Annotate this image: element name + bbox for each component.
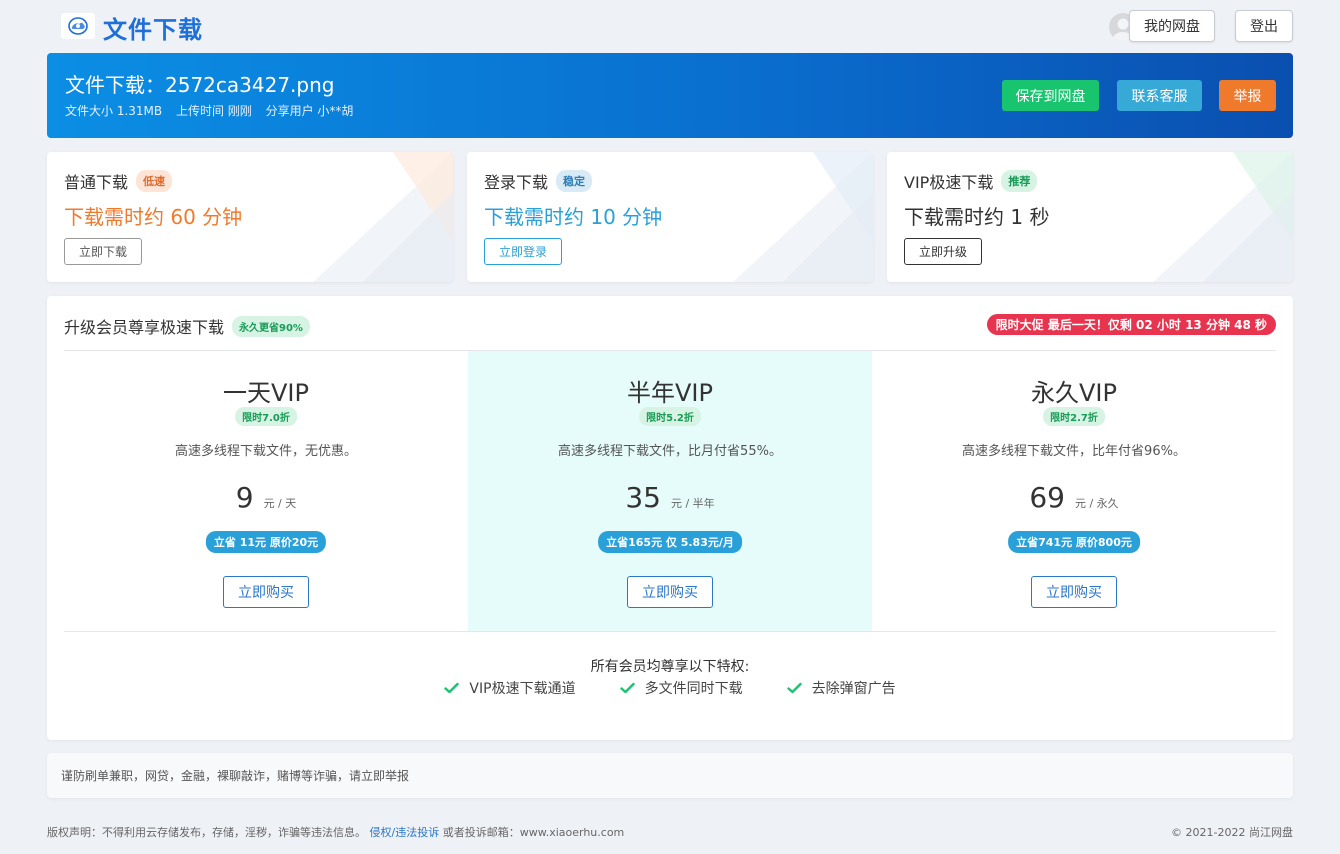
price-unit: 元 / 半年 — [670, 497, 715, 510]
login-download-card: 登录下载 稳定 下载需时约 10 分钟 立即登录 — [467, 152, 873, 282]
price-value: 69 — [1029, 481, 1065, 514]
card-decoration — [313, 152, 453, 282]
download-now-button[interactable]: 立即下载 — [64, 238, 143, 265]
plan-half-year: 半年VIP 限时5.2折 高速多线程下载文件，比月付省55%。 35 元 / 半… — [468, 351, 872, 631]
share-user: 分享用户 小**胡 — [265, 104, 354, 118]
site-title: 文件下载 — [103, 16, 203, 44]
plan-lifetime: 永久VIP 限时2.7折 高速多线程下载文件，比年付省96%。 69 元 / 永… — [872, 351, 1276, 631]
buy-now-button[interactable]: 立即购买 — [627, 576, 713, 608]
perks-list: VIP极速下载通道 多文件同时下载 去除弹窗广告 — [47, 678, 1293, 698]
plan-price: 69 元 / 永久 — [872, 481, 1276, 514]
perk-item: VIP极速下载通道 — [444, 678, 576, 698]
price-value: 9 — [235, 481, 254, 514]
perk-item: 去除弹窗广告 — [786, 678, 896, 698]
plan-name: 半年VIP — [627, 379, 713, 407]
card-decoration — [733, 152, 873, 282]
contact-service-button[interactable]: 联系客服 — [1117, 80, 1202, 111]
download-time: 下载需时约 1 秒 — [904, 205, 1050, 229]
card-title: 登录下载 稳定 — [484, 169, 593, 193]
login-now-button[interactable]: 立即登录 — [484, 238, 563, 265]
vip-download-card: VIP极速下载 推荐 下载需时约 1 秒 立即升级 — [887, 152, 1293, 282]
footer: 版权声明：不得利用云存储发布，存储，淫秽，诈骗等违法信息。 侵权/违法投诉 或者… — [47, 824, 1293, 840]
price-unit: 元 / 天 — [263, 497, 297, 510]
perk-label: 去除弹窗广告 — [811, 681, 896, 697]
plan-description: 高速多线程下载文件，比月付省55%。 — [558, 444, 782, 459]
plan-price: 9 元 / 天 — [64, 481, 468, 514]
cloud-logo-icon[interactable] — [61, 13, 95, 39]
check-icon — [444, 682, 460, 694]
logout-button[interactable]: 登出 — [1235, 10, 1293, 42]
download-time: 下载需时约 10 分钟 — [484, 205, 663, 229]
plan-savings-badge: 立省741元 原价800元 — [1008, 531, 1140, 553]
copyright-notice: 版权声明：不得利用云存储发布，存储，淫秽，诈骗等违法信息。 — [47, 826, 366, 839]
buy-now-button[interactable]: 立即购买 — [223, 576, 309, 608]
plan-discount-badge: 限时5.2折 — [639, 407, 701, 426]
report-button[interactable]: 举报 — [1219, 80, 1276, 111]
file-size: 文件大小 1.31MB — [65, 104, 163, 118]
vip-panel: 升级会员尊享极速下载 永久更省90% 限时大促 最后一天！仅剩 02 小时 13… — [47, 296, 1293, 740]
divider — [64, 631, 1276, 632]
plan-discount-badge: 限时2.7折 — [1043, 407, 1105, 426]
card-title-text: 普通下载 — [64, 173, 129, 192]
buy-now-button[interactable]: 立即购买 — [1031, 576, 1117, 608]
file-banner: 文件下载：2572ca3427.png 文件大小 1.31MB 上传时间 刚刚 … — [47, 53, 1293, 138]
check-icon — [786, 682, 802, 694]
complaint-email: 或者投诉邮箱：www.xiaoerhu.com — [442, 826, 625, 839]
plan-description: 高速多线程下载文件，无优惠。 — [174, 444, 357, 459]
perk-item: 多文件同时下载 — [619, 678, 743, 698]
plan-description: 高速多线程下载文件，比年付省96%。 — [962, 444, 1186, 459]
save-to-disk-button[interactable]: 保存到网盘 — [1002, 80, 1099, 111]
my-disk-button[interactable]: 我的网盘 — [1129, 10, 1215, 42]
perks-title: 所有会员均尊享以下特权: — [590, 659, 750, 675]
perk-label: VIP极速下载通道 — [469, 681, 576, 697]
file-title: 文件下载：2572ca3427.png — [65, 73, 335, 97]
plan-savings-badge: 立省165元 仅 5.83元/月 — [598, 531, 742, 553]
promo-countdown-badge: 限时大促 最后一天！仅剩 02 小时 13 分钟 48 秒 — [986, 314, 1276, 335]
speed-tag: 低速 — [136, 170, 173, 192]
price-unit: 元 / 永久 — [1074, 497, 1119, 510]
plan-savings-badge: 立省 11元 原价20元 — [205, 531, 327, 553]
upgrade-now-button[interactable]: 立即升级 — [904, 238, 983, 265]
card-title-text: 登录下载 — [484, 173, 549, 192]
perk-label: 多文件同时下载 — [644, 681, 743, 697]
fraud-warning: 谨防刷单兼职，网贷，金融，裸聊敲诈，赌博等诈骗，请立即举报 — [47, 753, 1293, 798]
plan-name: 永久VIP — [1031, 379, 1117, 407]
card-title: 普通下载 低速 — [64, 169, 173, 193]
vip-heading-tag: 永久更省90% — [232, 315, 310, 337]
card-title: VIP极速下载 推荐 — [904, 169, 1038, 193]
vip-heading-text: 升级会员尊享极速下载 — [64, 318, 225, 337]
plan-name: 一天VIP — [223, 379, 309, 407]
file-meta: 文件大小 1.31MB 上传时间 刚刚 分享用户 小**胡 — [65, 102, 363, 119]
upload-time: 上传时间 刚刚 — [175, 104, 252, 118]
normal-download-card: 普通下载 低速 下载需时约 60 分钟 立即下载 — [47, 152, 453, 282]
plan-discount-badge: 限时7.0折 — [235, 407, 297, 426]
copyright: © 2021-2022 尚江网盘 — [1171, 826, 1293, 839]
check-icon — [619, 682, 635, 694]
card-title-text: VIP极速下载 — [904, 173, 994, 192]
plan-one-day: 一天VIP 限时7.0折 高速多线程下载文件，无优惠。 9 元 / 天 立省 1… — [64, 351, 468, 631]
price-value: 35 — [625, 481, 661, 514]
card-decoration — [1153, 152, 1293, 282]
download-time: 下载需时约 60 分钟 — [64, 205, 243, 229]
plan-price: 35 元 / 半年 — [468, 481, 872, 514]
vip-heading: 升级会员尊享极速下载 永久更省90% — [64, 314, 310, 338]
stable-tag: 稳定 — [556, 170, 593, 192]
recommend-tag: 推荐 — [1001, 170, 1038, 192]
top-bar: 文件下载 我的网盘 登出 — [47, 0, 1293, 52]
complaint-link[interactable]: 侵权/违法投诉 — [370, 826, 440, 839]
